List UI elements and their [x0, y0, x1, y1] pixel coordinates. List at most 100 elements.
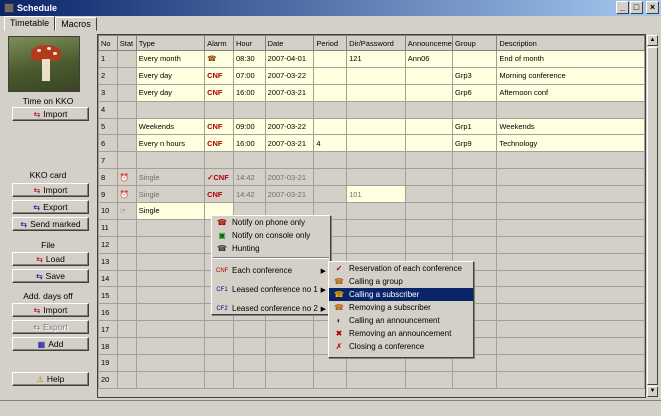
cell-ann[interactable]	[404, 83, 453, 102]
cell-alarm[interactable]	[204, 354, 234, 372]
cell-hour[interactable]: 14:42	[232, 185, 266, 204]
cell-no[interactable]: 11	[98, 218, 118, 237]
cell-period[interactable]	[313, 151, 348, 170]
cell-stat[interactable]	[116, 100, 137, 119]
cell-hour[interactable]: 09:00	[232, 117, 266, 136]
cell-date[interactable]: 2007-03-21	[264, 83, 315, 102]
cell-stat[interactable]	[116, 269, 137, 288]
cell-no[interactable]: 2	[98, 66, 118, 85]
cell-period[interactable]: 4	[313, 134, 348, 153]
cell-stat[interactable]: ⏰	[116, 185, 137, 204]
import-card-button[interactable]: ⇆ Import	[12, 183, 89, 197]
cell-type[interactable]: Single	[135, 185, 206, 204]
submenu-item-calling-group[interactable]: ☎ Calling a group	[329, 275, 473, 288]
cell-type[interactable]	[135, 370, 206, 389]
cell-ann[interactable]	[404, 100, 453, 119]
cell-ann[interactable]	[404, 185, 453, 204]
cell-desc[interactable]	[496, 168, 645, 187]
cell-stat[interactable]	[116, 320, 137, 339]
cell-no[interactable]: 6	[98, 134, 118, 153]
tab-macros[interactable]: Macros	[55, 17, 97, 31]
cell-type[interactable]	[135, 354, 206, 372]
cell-desc[interactable]	[496, 354, 645, 372]
cell-desc[interactable]	[496, 252, 645, 271]
cell-group[interactable]	[451, 168, 498, 187]
table-row[interactable]: 11	[98, 218, 645, 237]
cell-no[interactable]: 12	[98, 235, 118, 254]
column-header[interactable]: Dir/Password	[346, 35, 406, 51]
menu-item-each-conference[interactable]: CNF Each conference ▶	[212, 261, 330, 280]
cell-no[interactable]: 3	[98, 83, 118, 102]
cell-desc[interactable]: Technology	[496, 134, 645, 153]
table-row[interactable]: 6 Every n hours CNF 16:00 2007-03-21 4 Grp9 Tec…	[98, 134, 645, 153]
cell-no[interactable]: 17	[98, 320, 118, 339]
column-header[interactable]: No	[98, 35, 118, 51]
cell-stat[interactable]	[116, 235, 137, 254]
cell-desc[interactable]: Weekends	[496, 117, 645, 136]
cell-ann[interactable]	[404, 202, 453, 220]
cell-group[interactable]	[451, 100, 498, 119]
cell-type[interactable]	[135, 337, 206, 356]
cell-desc[interactable]	[496, 320, 645, 339]
table-row[interactable]: 7	[98, 151, 645, 170]
cell-hour[interactable]: 08:30	[232, 50, 266, 68]
cell-type[interactable]	[135, 218, 206, 237]
column-header[interactable]: Description	[496, 35, 645, 51]
cell-dir[interactable]	[346, 100, 406, 119]
cell-desc[interactable]	[496, 185, 645, 204]
cell-alarm[interactable]	[204, 370, 234, 389]
cell-group[interactable]: Grp6	[451, 83, 498, 102]
cell-date[interactable]: 2007-03-21	[264, 185, 315, 204]
menu-item-leased-conf-2[interactable]: CF2 Leased conference no 2 ▶	[212, 299, 330, 318]
cell-alarm[interactable]	[204, 100, 234, 119]
submenu-item-removing-subscriber[interactable]: ☎ Removing a subscriber	[329, 301, 473, 314]
cell-desc[interactable]	[496, 286, 645, 305]
cell-ann[interactable]	[404, 117, 453, 136]
cell-alarm[interactable]: CNF	[204, 66, 234, 85]
cell-no[interactable]: 9	[98, 185, 118, 204]
cell-desc[interactable]	[496, 100, 645, 119]
cell-date[interactable]	[264, 100, 315, 119]
submenu-item-closing-conference[interactable]: ✗ Closing a conference	[329, 340, 473, 353]
cell-stat[interactable]	[116, 303, 137, 322]
cell-period[interactable]	[313, 50, 348, 68]
add-button[interactable]: ▦ Add	[12, 337, 89, 351]
cell-type[interactable]	[135, 286, 206, 305]
cell-period[interactable]	[313, 185, 348, 204]
cell-date[interactable]	[264, 337, 315, 356]
cell-ann[interactable]: Ann06	[404, 50, 453, 68]
cell-dir[interactable]	[346, 168, 406, 187]
cell-period[interactable]	[313, 100, 348, 119]
cell-ann[interactable]	[404, 134, 453, 153]
cell-hour[interactable]	[232, 354, 266, 372]
cell-group[interactable]	[451, 235, 498, 254]
import-time-button[interactable]: ⇆ Import	[12, 107, 89, 121]
scroll-down-button[interactable]: ▼	[647, 386, 658, 397]
cell-type[interactable]	[135, 269, 206, 288]
cell-stat[interactable]	[116, 354, 137, 372]
cell-group[interactable]	[451, 202, 498, 220]
cell-date[interactable]	[264, 320, 315, 339]
cell-no[interactable]: 16	[98, 303, 118, 322]
submenu-item-removing-announcement[interactable]: ✖ Removing an announcement	[329, 327, 473, 340]
table-row[interactable]: 4	[98, 100, 645, 119]
cell-group[interactable]: Grp9	[451, 134, 498, 153]
column-header[interactable]: Hour	[232, 35, 266, 51]
cell-stat[interactable]	[116, 117, 137, 136]
cell-stat[interactable]	[116, 337, 137, 356]
cell-period[interactable]	[313, 168, 348, 187]
cell-stat[interactable]	[116, 286, 137, 305]
cell-type[interactable]: Every month	[135, 50, 206, 68]
cell-no[interactable]: 5	[98, 117, 118, 136]
scroll-up-button[interactable]: ▲	[647, 35, 658, 46]
cell-no[interactable]: 19	[98, 354, 118, 372]
table-row[interactable]: 9 ⏰ Single CNF 14:42 2007-03-21 101	[98, 185, 645, 204]
cell-date[interactable]: 2007-03-21	[264, 168, 315, 187]
cell-period[interactable]	[313, 66, 348, 85]
cell-group[interactable]	[451, 50, 498, 68]
table-row[interactable]: 10 ☞ Single	[98, 202, 645, 220]
cell-alarm[interactable]	[204, 320, 234, 339]
column-header[interactable]: Alarm	[204, 35, 234, 51]
cell-desc[interactable]: Afternoon conf	[496, 83, 645, 102]
cell-alarm[interactable]	[204, 337, 234, 356]
